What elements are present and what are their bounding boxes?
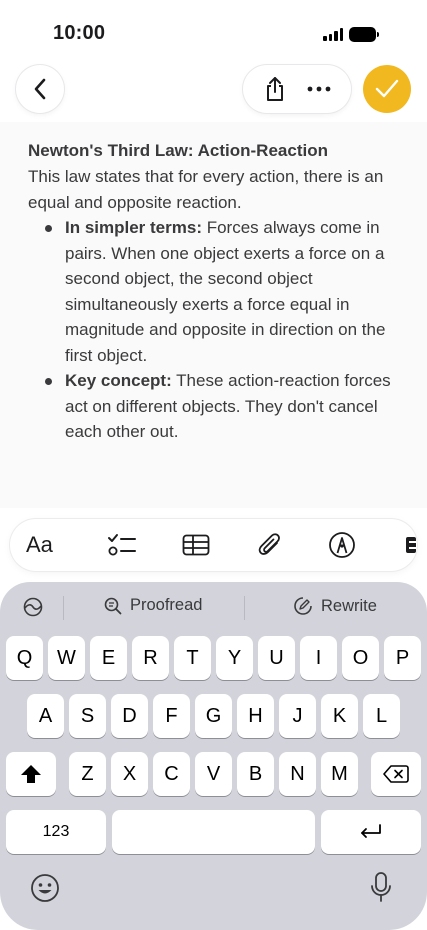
key-v[interactable]: V [195, 752, 232, 796]
more-format-button[interactable] [400, 519, 417, 571]
key-z[interactable]: Z [69, 752, 106, 796]
proofread-label: Proofread [130, 596, 203, 614]
key-l[interactable]: L [363, 694, 400, 738]
bullet-text: Forces always come in pairs. When one ob… [65, 218, 386, 365]
ellipsis-icon [307, 86, 331, 92]
key-b[interactable]: B [237, 752, 274, 796]
note-heading[interactable]: Newton's Third Law: Action-Reaction [28, 138, 401, 164]
key-x[interactable]: X [111, 752, 148, 796]
shift-icon [21, 765, 41, 783]
emoji-button[interactable] [28, 871, 62, 905]
key-a[interactable]: A [27, 694, 64, 738]
table-button[interactable] [176, 519, 216, 571]
bullet-label: Key concept: [65, 371, 172, 390]
list-item[interactable]: Key concept: These action-reaction force… [28, 368, 401, 445]
key-f[interactable]: F [153, 694, 190, 738]
backspace-icon [383, 765, 409, 783]
rewrite-icon [294, 597, 312, 615]
rewrite-label: Rewrite [321, 596, 377, 615]
key-j[interactable]: J [279, 694, 316, 738]
chevron-left-icon [34, 78, 46, 100]
key-u[interactable]: U [258, 636, 295, 680]
status-time: 10:00 [53, 22, 106, 44]
bullet-icon [45, 378, 52, 385]
note-editor[interactable]: Newton's Third Law: Action-Reaction This… [0, 122, 427, 508]
share-icon [267, 77, 283, 101]
paperclip-icon [258, 533, 280, 555]
key-k[interactable]: K [321, 694, 358, 738]
key-t[interactable]: T [174, 636, 211, 680]
attachment-button[interactable] [250, 519, 290, 571]
writing-tools-icon [23, 597, 43, 617]
bullet-icon [45, 225, 52, 232]
writing-tools-divider [244, 596, 245, 620]
checklist-button[interactable] [102, 519, 142, 571]
bullet-label: In simpler terms: [65, 218, 202, 237]
text-style-button[interactable]: Aa [26, 519, 53, 571]
action-pill [243, 65, 351, 113]
keyboard: Proofread Rewrite Q W E R T Y U I O P A … [0, 582, 427, 930]
battery-icon [349, 27, 379, 42]
share-button[interactable] [255, 65, 295, 113]
list-item[interactable]: In simpler terms: Forces always come in … [28, 215, 401, 368]
emoji-icon [31, 874, 59, 902]
back-button[interactable] [16, 65, 64, 113]
key-g[interactable]: G [195, 694, 232, 738]
format-toolbar: Aa [10, 519, 417, 571]
key-h[interactable]: H [237, 694, 274, 738]
writing-tools-bar: Proofread Rewrite [0, 582, 427, 634]
key-o[interactable]: O [342, 636, 379, 680]
checkmark-icon [375, 79, 399, 98]
markup-button[interactable] [322, 519, 362, 571]
numbers-key[interactable]: 123 [6, 810, 106, 854]
more-button[interactable] [299, 65, 339, 113]
key-c[interactable]: C [153, 752, 190, 796]
proofread-button[interactable]: Proofread [104, 596, 202, 615]
writing-tools-button[interactable] [22, 596, 44, 618]
more-cut-off-icon [406, 537, 416, 553]
status-icons [323, 27, 379, 42]
dictation-button[interactable] [366, 869, 396, 905]
writing-tools-divider [63, 596, 64, 620]
markup-pen-icon [329, 532, 355, 558]
shift-key[interactable] [6, 752, 56, 796]
space-bar[interactable] [112, 810, 315, 854]
key-w[interactable]: W [48, 636, 85, 680]
microphone-icon [371, 872, 391, 902]
proofread-icon [104, 597, 122, 614]
return-icon [361, 824, 381, 838]
keyboard-bottom-row [0, 867, 427, 907]
return-key[interactable] [321, 810, 421, 854]
key-p[interactable]: P [384, 636, 421, 680]
key-s[interactable]: S [69, 694, 106, 738]
status-bar: 10:00 [0, 0, 427, 62]
key-n[interactable]: N [279, 752, 316, 796]
key-m[interactable]: M [321, 752, 358, 796]
key-d[interactable]: D [111, 694, 148, 738]
done-button[interactable] [363, 65, 411, 113]
key-i[interactable]: I [300, 636, 337, 680]
key-y[interactable]: Y [216, 636, 253, 680]
rewrite-button[interactable]: Rewrite [293, 596, 377, 616]
table-icon [182, 534, 210, 556]
key-e[interactable]: E [90, 636, 127, 680]
note-toolbar [0, 64, 427, 116]
delete-key[interactable] [371, 752, 421, 796]
key-r[interactable]: R [132, 636, 169, 680]
cellular-signal-icon [323, 28, 343, 41]
note-intro[interactable]: This law states that for every action, t… [28, 164, 401, 215]
checklist-icon [108, 534, 136, 556]
note-bullet-list: In simpler terms: Forces always come in … [28, 215, 401, 445]
key-q[interactable]: Q [6, 636, 43, 680]
